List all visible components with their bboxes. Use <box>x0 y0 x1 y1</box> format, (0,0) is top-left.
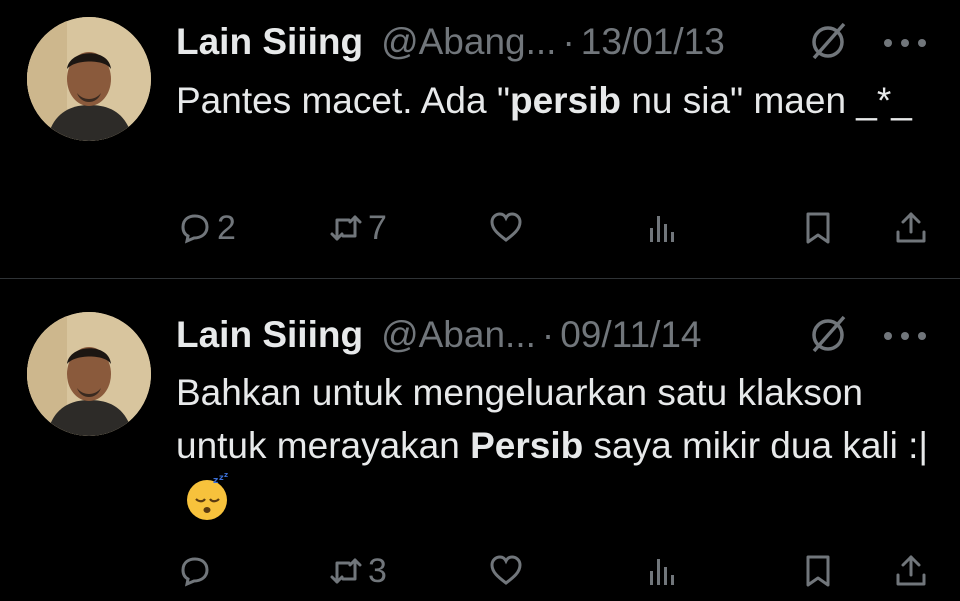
tweet-date[interactable]: 09/11/14 <box>560 314 701 356</box>
svg-text:z: z <box>224 472 228 479</box>
grok-icon[interactable] <box>804 18 852 66</box>
tweet-header: Lain Siiing @Aban... · 09/11/14 <box>176 313 701 357</box>
more-icon[interactable] <box>880 33 930 53</box>
views-icon <box>650 559 674 585</box>
share-button[interactable] <box>893 546 929 596</box>
share-icon <box>896 555 926 586</box>
tweet[interactable]: Lain Siiing @Abang... · 13/01/13 Pantes … <box>0 0 960 278</box>
bookmark-icon <box>806 212 830 244</box>
svg-text:z: z <box>213 476 218 486</box>
reply-count: 2 <box>217 208 236 247</box>
share-button[interactable] <box>893 203 929 253</box>
reply-icon <box>181 214 209 244</box>
tweet-text-part: saya mikir dua kali :| <box>583 425 929 466</box>
tweet-text-part: nu sia" maen _*_ <box>621 80 912 121</box>
retweet-button[interactable]: 7 <box>328 203 387 253</box>
tweet-header: Lain Siiing @Abang... · 13/01/13 <box>176 20 725 64</box>
avatar[interactable] <box>27 17 151 141</box>
bookmark-button[interactable] <box>800 546 836 596</box>
reply-button[interactable] <box>177 546 217 596</box>
like-icon <box>490 555 522 585</box>
grok-icon[interactable] <box>804 311 852 359</box>
tweet-actions: 3 <box>0 546 960 596</box>
separator-dot: · <box>562 21 575 62</box>
sleeping-face-icon: z z z <box>182 471 232 522</box>
tweet-text: Pantes macet. Ada "persib nu sia" maen _… <box>176 74 936 127</box>
retweet-count: 7 <box>368 208 387 247</box>
reply-button[interactable]: 2 <box>177 203 236 253</box>
author-handle[interactable]: @Abang... <box>381 21 556 63</box>
views-button[interactable] <box>645 546 681 596</box>
retweet-count: 3 <box>368 551 387 590</box>
retweet-button[interactable]: 3 <box>328 546 387 596</box>
tweet-divider <box>0 278 960 279</box>
more-icon[interactable] <box>880 326 930 346</box>
retweet-icon <box>330 215 362 241</box>
author-name[interactable]: Lain Siiing <box>176 314 363 356</box>
tweet-actions: 2 7 <box>0 203 960 253</box>
views-icon <box>650 216 674 242</box>
like-button[interactable] <box>488 546 528 596</box>
tweet-text-part: Pantes macet. Ada " <box>176 80 510 121</box>
like-button[interactable] <box>488 203 528 253</box>
tweet-date[interactable]: 13/01/13 <box>581 21 725 63</box>
tweet-text-bold: Persib <box>470 425 584 466</box>
retweet-icon <box>330 558 362 584</box>
views-button[interactable] <box>645 203 681 253</box>
tweet-text: Bahkan untuk mengeluarkan satu klakson u… <box>176 366 936 526</box>
author-handle[interactable]: @Aban... <box>381 314 536 356</box>
author-name[interactable]: Lain Siiing <box>176 21 363 63</box>
tweet-text-bold: persib <box>510 80 622 121</box>
share-icon <box>896 212 926 243</box>
like-icon <box>490 212 522 242</box>
reply-icon <box>181 557 209 587</box>
bookmark-icon <box>806 555 830 587</box>
tweet[interactable]: Lain Siiing @Aban... · 09/11/14 Bahkan u… <box>0 280 960 601</box>
separator-dot: · <box>541 314 555 355</box>
bookmark-button[interactable] <box>800 203 836 253</box>
avatar[interactable] <box>27 312 151 436</box>
